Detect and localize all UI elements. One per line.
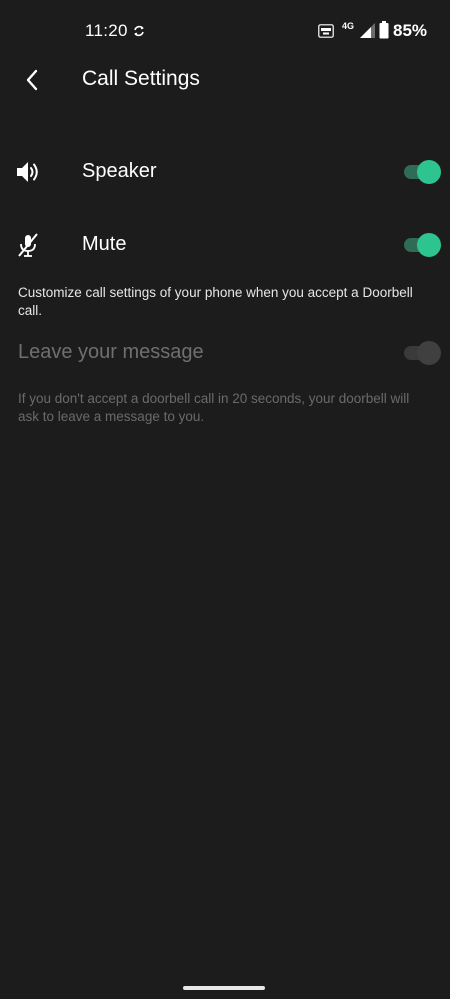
page-title: Call Settings	[82, 67, 200, 90]
speaker-label: Speaker	[82, 160, 157, 182]
status-time: 11:20	[85, 21, 128, 40]
status-bar: 11:20 4G 85%	[0, 0, 450, 62]
setting-row-leave-message: Leave your message	[0, 328, 450, 378]
chevron-left-icon	[26, 69, 38, 91]
battery-icon	[379, 21, 389, 39]
leave-message-toggle[interactable]	[402, 341, 441, 365]
setting-row-mute: Mute	[0, 220, 450, 270]
mute-toggle[interactable]	[402, 233, 441, 257]
leave-message-label: Leave your message	[18, 341, 204, 363]
call-settings-description: Customize call settings of your phone wh…	[18, 285, 413, 318]
leave-message-description: If you don't accept a doorbell call in 2…	[18, 391, 410, 424]
sync-icon	[134, 25, 144, 37]
setting-row-speaker: Speaker	[0, 147, 450, 197]
auto-icon	[318, 24, 334, 38]
toggle-thumb	[417, 160, 441, 184]
back-button[interactable]	[14, 62, 50, 98]
mute-label: Mute	[82, 233, 127, 255]
toggle-thumb	[417, 341, 441, 365]
battery-percent: 85%	[393, 21, 428, 40]
speaker-toggle[interactable]	[402, 160, 441, 184]
signal-icon	[360, 23, 375, 38]
speaker-icon	[17, 162, 38, 182]
mic-off-icon	[18, 233, 38, 257]
home-indicator[interactable]	[183, 986, 265, 990]
toggle-thumb	[417, 233, 441, 257]
network-type: 4G	[341, 21, 354, 31]
